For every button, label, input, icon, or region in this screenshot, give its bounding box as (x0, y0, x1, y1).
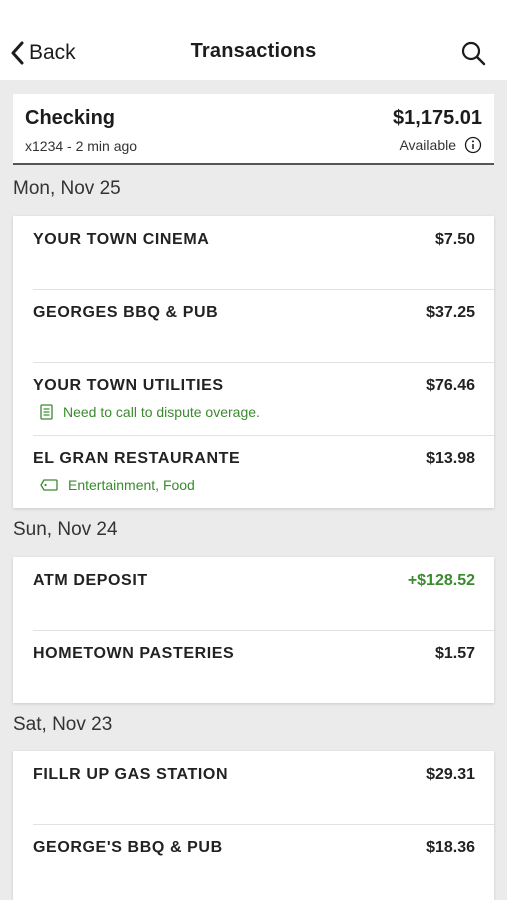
transaction-row[interactable]: EL GRAN RESTAURANTE $13.98 Entertainment… (13, 435, 494, 508)
transaction-amount: $29.31 (426, 766, 475, 783)
transaction-amount: +$128.52 (407, 572, 475, 589)
transaction-name: EL GRAN RESTAURANTE (33, 450, 241, 467)
account-balance: $1,175.01 (393, 107, 482, 129)
transaction-name: YOUR TOWN CINEMA (33, 231, 210, 248)
nav-header: Back Transactions (0, 0, 507, 80)
transaction-amount: $37.25 (426, 304, 475, 321)
transaction-group: ATM DEPOSIT +$128.52 HOMETOWN PASTERIES … (13, 557, 494, 703)
transaction-row[interactable]: YOUR TOWN UTILITIES $76.46 Need to call … (13, 362, 494, 435)
transaction-name: GEORGES BBQ & PUB (33, 304, 219, 321)
account-summary-card[interactable]: Checking x1234 - 2 min ago $1,175.01 Ava… (13, 94, 494, 165)
search-button[interactable] (460, 40, 486, 66)
search-icon (461, 41, 486, 66)
note-icon (40, 404, 53, 420)
transaction-row[interactable]: YOUR TOWN CINEMA $7.50 (13, 216, 494, 289)
date-header: Sun, Nov 24 (13, 519, 118, 540)
transaction-tags-text: Entertainment, Food (68, 477, 195, 493)
date-header: Sat, Nov 23 (13, 714, 113, 735)
transaction-amount: $13.98 (426, 450, 475, 467)
info-icon[interactable] (464, 136, 482, 154)
available-label: Available (399, 137, 456, 153)
transaction-group: YOUR TOWN CINEMA $7.50 GEORGES BBQ & PUB… (13, 216, 494, 508)
transaction-amount: $1.57 (434, 645, 475, 662)
transaction-name: FILLR UP GAS STATION (33, 766, 229, 783)
transaction-group: FILLR UP GAS STATION $29.31 GEORGE'S BBQ… (13, 751, 494, 900)
date-header: Mon, Nov 25 (13, 178, 121, 199)
transaction-amount: $7.50 (434, 231, 475, 248)
account-subtitle: x1234 - 2 min ago (25, 138, 138, 154)
transaction-name: ATM DEPOSIT (33, 572, 148, 589)
transaction-row[interactable]: ATM DEPOSIT +$128.52 (13, 557, 494, 630)
available-label-wrap: Available (399, 136, 482, 154)
transaction-amount: $18.36 (426, 839, 475, 856)
transaction-note: Need to call to dispute overage. (40, 404, 260, 420)
transaction-row[interactable]: GEORGE'S BBQ & PUB $18.36 (13, 824, 494, 897)
page-title: Transactions (190, 40, 317, 62)
transaction-name: YOUR TOWN UTILITIES (33, 377, 224, 394)
transaction-name: GEORGE'S BBQ & PUB (33, 839, 223, 856)
transaction-row[interactable]: FILLR UP GAS STATION $29.31 (13, 751, 494, 824)
transaction-tags: Entertainment, Food (40, 477, 195, 493)
account-name: Checking (25, 107, 116, 129)
tag-icon (40, 479, 58, 491)
transaction-note-text: Need to call to dispute overage. (63, 404, 260, 420)
transaction-row[interactable]: GEORGES BBQ & PUB $37.25 (13, 289, 494, 362)
transaction-row[interactable]: HOMETOWN PASTERIES $1.57 (13, 630, 494, 703)
transaction-name: HOMETOWN PASTERIES (33, 645, 235, 662)
transaction-amount: $76.46 (426, 377, 475, 394)
